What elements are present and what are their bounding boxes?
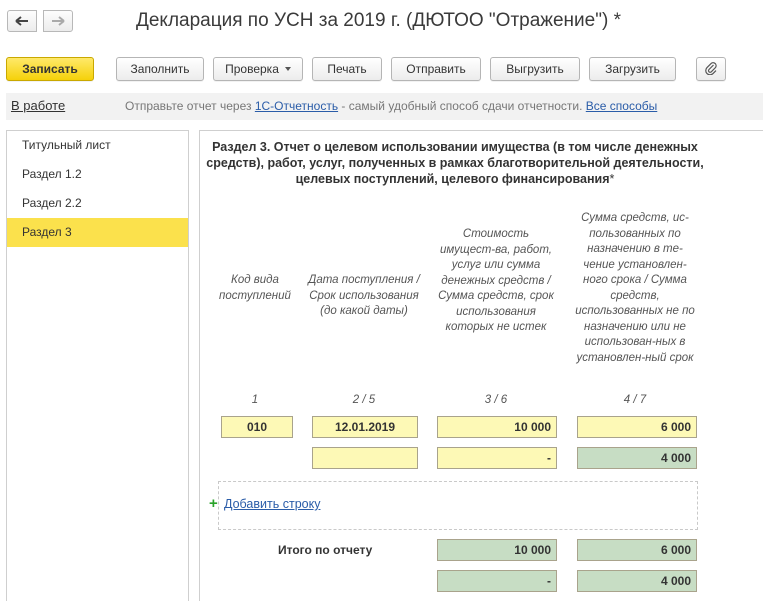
amount-field[interactable]: 10 000: [437, 416, 557, 438]
export-button[interactable]: Выгрузить: [490, 57, 580, 81]
arrow-right-icon: [51, 16, 65, 26]
section-title-text: Раздел 3. Отчет о целевом использовании …: [206, 140, 704, 186]
check-dropdown-button[interactable]: Проверка: [213, 57, 303, 81]
total-misused: 4 000: [577, 570, 697, 592]
section-content: Раздел 3. Отчет о целевом использовании …: [199, 130, 763, 601]
column-header-code: Код вида поступлений: [219, 274, 291, 302]
info-prefix: Отправьте отчет через: [125, 99, 255, 113]
save-button[interactable]: Записать: [6, 57, 94, 81]
total-label: Итого по отчету: [278, 543, 373, 557]
import-button[interactable]: Загрузить: [589, 57, 676, 81]
attach-button[interactable]: [696, 57, 726, 81]
unexpired-amount-field[interactable]: -: [437, 447, 557, 469]
column-header-date: Дата поступления / Срок использования (д…: [308, 274, 420, 317]
fill-button[interactable]: Заполнить: [116, 57, 204, 81]
all-ways-link[interactable]: Все способы: [586, 99, 658, 113]
total-amount: 10 000: [437, 539, 557, 561]
arrow-left-icon: [15, 16, 29, 26]
column-number: 3 / 6: [484, 394, 508, 406]
required-mark: *: [609, 172, 615, 186]
sidebar-item-section-3[interactable]: Раздел 3: [7, 218, 188, 247]
forward-button[interactable]: [43, 10, 73, 32]
sidebar-item-section-2-2[interactable]: Раздел 2.2: [7, 189, 188, 218]
sidebar-item-section-1-2[interactable]: Раздел 1.2: [7, 160, 188, 189]
add-row-link[interactable]: Добавить строку: [224, 497, 320, 511]
sidebar-item-title-page[interactable]: Титульный лист: [7, 131, 188, 160]
status-link[interactable]: В работе: [11, 98, 65, 113]
used-field[interactable]: 6 000: [577, 416, 697, 438]
print-button[interactable]: Печать: [312, 57, 382, 81]
term-field[interactable]: [312, 447, 418, 469]
date-field[interactable]: 12.01.2019: [312, 416, 418, 438]
window-title: Декларация по УСН за 2019 г. (ДЮТОО "Отр…: [136, 10, 621, 31]
sections-sidebar: Титульный лист Раздел 1.2 Раздел 2.2 Раз…: [6, 130, 189, 601]
plus-icon: +: [209, 495, 218, 512]
code-field[interactable]: 010: [221, 416, 293, 438]
column-number: 2 / 5: [352, 394, 376, 406]
chevron-down-icon: [284, 67, 291, 71]
column-header-used: Сумма средств, ис-пользованных по назнач…: [575, 212, 695, 364]
column-number: 4 / 7: [623, 394, 647, 406]
column-header-amount: Стоимость имущест-ва, работ, услуг или с…: [438, 228, 554, 333]
paperclip-icon: [705, 61, 717, 78]
total-used: 6 000: [577, 539, 697, 561]
column-number: 1: [251, 394, 259, 406]
back-button[interactable]: [7, 10, 37, 32]
check-button-label: Проверка: [225, 62, 279, 76]
misused-amount-field: 4 000: [577, 447, 697, 469]
send-button[interactable]: Отправить: [391, 57, 481, 81]
info-middle: - самый удобный способ сдачи отчетности.: [338, 99, 586, 113]
total-unexpired: -: [437, 570, 557, 592]
service-link[interactable]: 1С-Отчетность: [255, 99, 338, 113]
section-title: Раздел 3. Отчет о целевом использовании …: [200, 139, 710, 187]
info-line: Отправьте отчет через 1С-Отчетность - са…: [125, 99, 657, 113]
